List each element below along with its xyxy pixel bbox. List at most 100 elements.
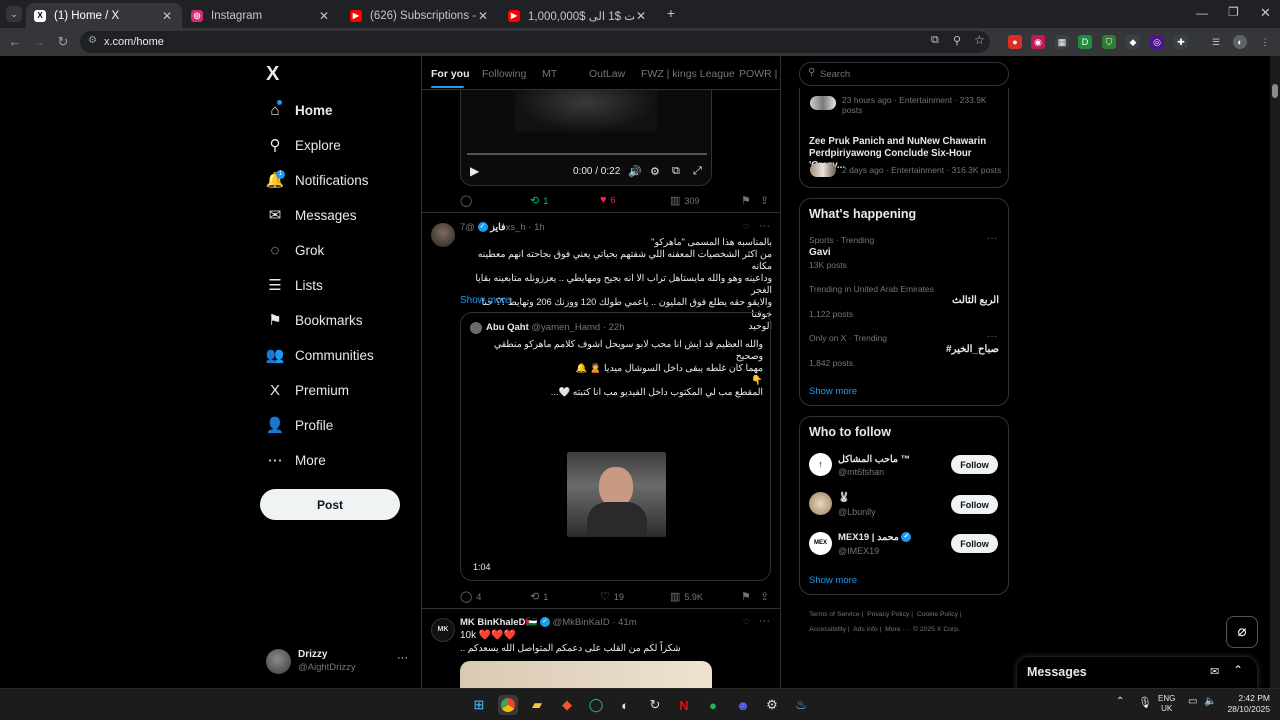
zoom-icon[interactable]: ⚲: [953, 34, 961, 47]
post-time[interactable]: · 1h: [528, 222, 544, 233]
volume-icon[interactable]: 🔊: [628, 165, 642, 178]
video-player[interactable]: ▶ 0:00 / 0:22 🔊 ⚙ ⧉ ⤢: [460, 90, 712, 186]
nav-item-home[interactable]: ⌂ Home: [266, 98, 332, 122]
extensions-puzzle-icon[interactable]: ✚: [1174, 35, 1188, 49]
post-media[interactable]: [460, 661, 712, 688]
forward-icon[interactable]: →: [30, 33, 48, 51]
browser-tab[interactable]: ▶ حولت $1 الى $1,000,000 ! - ube✕: [500, 3, 656, 28]
nav-item-lists[interactable]: ☰ Lists: [266, 273, 323, 297]
browser-tab[interactable]: ▶ (626) Subscriptions - YouTube✕: [342, 3, 498, 28]
footer-link[interactable]: Ads info: [853, 626, 878, 633]
volume-tray-icon[interactable]: 🔈: [1204, 696, 1216, 707]
tab-close-icon[interactable]: ✕: [476, 9, 490, 23]
post-author-avatar[interactable]: [431, 223, 455, 247]
post-more-icon[interactable]: ···: [759, 220, 770, 232]
page-scrollbar[interactable]: [1270, 56, 1280, 688]
browser-tab[interactable]: X (1) Home / X ✕: [26, 3, 182, 28]
trend-more-icon[interactable]: ···: [987, 331, 997, 342]
tab-for-you[interactable]: For you: [431, 68, 470, 80]
footer-link[interactable]: Terms of Service: [809, 611, 860, 618]
scrollbar-thumb[interactable]: [1272, 84, 1278, 98]
fullscreen-icon[interactable]: ⤢: [693, 165, 702, 178]
minimize-button[interactable]: —: [1196, 6, 1208, 20]
share-button[interactable]: ⇪: [760, 590, 773, 603]
whatsapp-icon[interactable]: ◯: [586, 695, 606, 715]
extension-diamond-icon[interactable]: ◆: [1126, 35, 1140, 49]
bookmark-button[interactable]: ⚑: [741, 590, 755, 603]
footer-link[interactable]: Privacy Policy: [867, 611, 909, 618]
sync-app-icon[interactable]: ↻: [645, 695, 665, 715]
bookmark-button[interactable]: ⚑: [741, 194, 755, 207]
reload-icon[interactable]: ↻: [54, 33, 72, 51]
url-field[interactable]: ⚙ x.com/home ⧉ ⚲ ☆: [80, 31, 990, 53]
tab-outlaw[interactable]: OutLaw: [589, 68, 625, 80]
nav-item-profile[interactable]: 👤 Profile: [266, 413, 334, 437]
post-author-handle[interactable]: @MkBinKaID: [553, 617, 610, 628]
follow-button[interactable]: Follow: [951, 455, 998, 474]
nav-item-more[interactable]: ⋯ More: [266, 448, 326, 472]
show-more-trends-link[interactable]: Show more: [809, 386, 857, 397]
trend-more-icon[interactable]: ···: [987, 233, 997, 244]
site-info-icon[interactable]: ⚙: [88, 35, 97, 46]
post-author-name[interactable]: MK BinKhaleD🇵🇸: [460, 617, 537, 628]
post-author-avatar[interactable]: MK: [431, 618, 455, 642]
follow-button[interactable]: Follow: [951, 534, 998, 553]
repost-button[interactable]: ⟲ 1: [530, 194, 548, 207]
bookmark-star-icon[interactable]: ☆: [974, 33, 985, 47]
extension-eye-icon[interactable]: ◎: [1150, 35, 1164, 49]
file-explorer-icon[interactable]: ▰: [527, 695, 547, 715]
close-window-button[interactable]: ✕: [1260, 5, 1271, 21]
tab-fwz-kings-league[interactable]: FWZ | kings League: [641, 68, 735, 80]
maximize-button[interactable]: ❐: [1228, 5, 1239, 19]
like-button[interactable]: ♥ 6: [600, 194, 616, 206]
quote-video[interactable]: [567, 452, 666, 537]
show-more-link[interactable]: Show more: [460, 295, 511, 306]
steam-icon[interactable]: ♨: [791, 695, 811, 715]
nav-item-explore[interactable]: ⚲ Explore: [266, 133, 341, 157]
spotify-icon[interactable]: ●: [703, 695, 723, 715]
share-button[interactable]: ⇪: [760, 194, 773, 207]
video-settings-icon[interactable]: ⚙: [650, 165, 660, 178]
quoted-post[interactable]: Abu Qaht @yamen_Hamd · 22h والله العظيم …: [460, 312, 771, 581]
extension-pink-icon[interactable]: ◉: [1031, 35, 1045, 49]
grok-icon[interactable]: ◌: [743, 616, 749, 627]
grok-icon[interactable]: ◌: [743, 221, 749, 232]
reply-button[interactable]: ◯ 4: [460, 590, 481, 603]
tab-mt[interactable]: MT: [542, 68, 557, 80]
tab-powr[interactable]: POWR | ور: [739, 68, 780, 80]
post-more-icon[interactable]: ···: [759, 615, 770, 627]
post-author-name[interactable]: فايز: [490, 222, 505, 233]
tab-close-icon[interactable]: ✕: [634, 9, 648, 23]
footer-link[interactable]: Cookie Policy: [917, 611, 958, 618]
tab-search-button[interactable]: ⌄: [6, 6, 22, 22]
tab-close-icon[interactable]: ✕: [160, 9, 174, 23]
nav-item-grok[interactable]: ◌ Grok: [266, 238, 325, 262]
expand-drawer-icon[interactable]: ⌃: [1233, 663, 1243, 677]
language-indicator[interactable]: ENG UK: [1158, 694, 1175, 714]
account-more-icon[interactable]: ···: [397, 652, 408, 664]
like-button[interactable]: ♡ 19: [600, 590, 624, 603]
pip-icon[interactable]: ⧉: [672, 165, 680, 178]
tab-close-icon[interactable]: ✕: [317, 9, 331, 23]
netflix-icon[interactable]: N: [674, 695, 694, 715]
discord-icon[interactable]: ☻: [733, 695, 753, 715]
settings-app-icon[interactable]: ⚙: [762, 695, 782, 715]
post-button[interactable]: Post: [260, 489, 400, 520]
browser-tab[interactable]: ◎ Instagram ✕: [183, 3, 339, 28]
views-button[interactable]: ▥ 5.9K: [670, 590, 703, 603]
views-button[interactable]: ▥ 309: [670, 194, 699, 207]
new-message-icon[interactable]: ✉: [1210, 665, 1219, 678]
new-tab-button[interactable]: +: [664, 6, 678, 20]
nav-item-communities[interactable]: 👥 Communities: [266, 343, 374, 367]
search-box[interactable]: ⚲ Search: [799, 62, 1009, 86]
nav-item-premium[interactable]: X Premium: [266, 378, 349, 402]
reading-list-icon[interactable]: ☰: [1209, 35, 1223, 49]
microphone-icon[interactable]: 🎙: [1138, 696, 1152, 709]
tray-chevron-icon[interactable]: ⌃: [1116, 696, 1124, 707]
back-icon[interactable]: ←: [6, 33, 24, 51]
network-icon[interactable]: ▭: [1188, 696, 1197, 707]
app-icon[interactable]: ◐: [615, 695, 635, 715]
browser-menu-icon[interactable]: ⋮: [1258, 35, 1272, 49]
extension-red-icon[interactable]: ●: [1008, 35, 1022, 49]
extension-grid-icon[interactable]: ▦: [1055, 35, 1069, 49]
